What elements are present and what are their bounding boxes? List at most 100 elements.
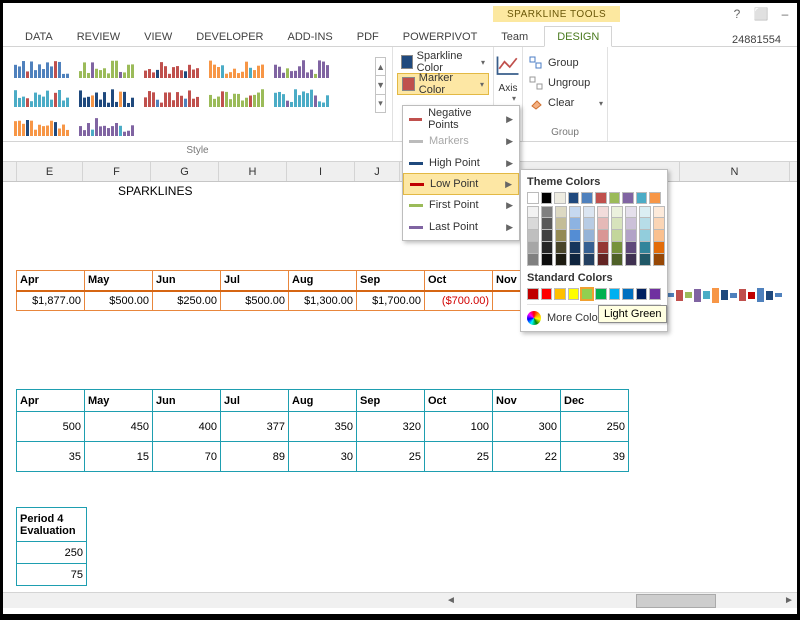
- color-swatch[interactable]: [541, 218, 553, 230]
- col-E[interactable]: E: [17, 162, 83, 181]
- color-swatch[interactable]: [611, 230, 623, 242]
- tab-team[interactable]: Team: [489, 27, 540, 46]
- color-swatch[interactable]: [639, 218, 651, 230]
- sparkline-style-thumb[interactable]: [271, 55, 333, 81]
- color-swatch[interactable]: [541, 288, 553, 300]
- color-swatch[interactable]: [625, 218, 637, 230]
- color-swatch[interactable]: [555, 206, 567, 218]
- color-swatch[interactable]: [555, 254, 567, 266]
- menu-negative-points[interactable]: Negative Points▶: [403, 108, 519, 130]
- tab-developer[interactable]: DEVELOPER: [184, 27, 275, 46]
- color-swatch[interactable]: [649, 192, 661, 204]
- color-swatch[interactable]: [527, 288, 539, 300]
- sparkline-style-thumb[interactable]: [11, 113, 73, 139]
- gallery-down-icon[interactable]: ▼: [376, 76, 385, 94]
- worksheet-grid[interactable]: SPARKLINES AprMayJunJulAugSepOctNov $1,8…: [3, 182, 797, 612]
- color-swatch[interactable]: [625, 254, 637, 266]
- sparkline-style-thumb[interactable]: [141, 55, 203, 81]
- color-swatch[interactable]: [583, 242, 595, 254]
- color-swatch[interactable]: [583, 230, 595, 242]
- col-H[interactable]: H: [219, 162, 287, 181]
- color-swatch[interactable]: [569, 230, 581, 242]
- color-swatch[interactable]: [568, 192, 580, 204]
- gallery-more-icon[interactable]: ▾: [376, 95, 385, 112]
- sparkline-style-thumb[interactable]: [141, 84, 203, 110]
- menu-high-point[interactable]: High Point▶: [403, 152, 519, 174]
- color-swatch[interactable]: [583, 218, 595, 230]
- color-swatch[interactable]: [568, 288, 580, 300]
- col-N[interactable]: N: [680, 162, 790, 181]
- sparkline-style-thumb[interactable]: [206, 55, 268, 81]
- marker-color-button[interactable]: Marker Color ▾: [397, 73, 489, 95]
- horizontal-scrollbar[interactable]: ◄ ►: [3, 592, 797, 608]
- color-swatch[interactable]: [569, 218, 581, 230]
- scroll-track[interactable]: [459, 594, 781, 608]
- tab-add-ins[interactable]: ADD-INS: [276, 27, 345, 46]
- ribbon-display-icon[interactable]: ⬜: [749, 7, 773, 21]
- color-swatch[interactable]: [555, 230, 567, 242]
- col-J[interactable]: J: [355, 162, 400, 181]
- tab-design[interactable]: DESIGN: [544, 26, 612, 47]
- color-swatch[interactable]: [653, 218, 665, 230]
- col-F[interactable]: F: [83, 162, 151, 181]
- color-swatch[interactable]: [527, 242, 539, 254]
- clear-button[interactable]: Clear ▾: [527, 93, 603, 113]
- color-swatch[interactable]: [625, 242, 637, 254]
- color-swatch[interactable]: [541, 230, 553, 242]
- sparkline-style-thumb[interactable]: [76, 113, 138, 139]
- menu-low-point[interactable]: Low Point▶: [403, 173, 519, 195]
- color-swatch[interactable]: [554, 288, 566, 300]
- color-swatch[interactable]: [583, 206, 595, 218]
- color-swatch[interactable]: [653, 206, 665, 218]
- color-swatch[interactable]: [611, 254, 623, 266]
- sparkline-color-button[interactable]: Sparkline Color ▾: [397, 51, 489, 73]
- sparkline-style-thumb[interactable]: [76, 55, 138, 81]
- color-swatch[interactable]: [527, 254, 539, 266]
- color-swatch[interactable]: [541, 206, 553, 218]
- color-swatch[interactable]: [636, 288, 648, 300]
- color-swatch[interactable]: [639, 230, 651, 242]
- color-swatch[interactable]: [597, 206, 609, 218]
- tab-view[interactable]: VIEW: [132, 27, 184, 46]
- color-swatch[interactable]: [595, 288, 607, 300]
- help-icon[interactable]: ?: [725, 7, 749, 21]
- color-swatch[interactable]: [636, 192, 648, 204]
- column-headers[interactable]: E F G H I J N: [3, 162, 797, 182]
- menu-last-point[interactable]: Last Point▶: [403, 216, 519, 238]
- color-swatch[interactable]: [622, 192, 634, 204]
- tab-review[interactable]: REVIEW: [65, 27, 132, 46]
- sparkline-style-thumb[interactable]: [271, 84, 333, 110]
- sparkline-style-thumb[interactable]: [11, 84, 73, 110]
- color-swatch[interactable]: [527, 206, 539, 218]
- tab-pdf[interactable]: PDF: [345, 27, 391, 46]
- chevron-down-icon[interactable]: ▾: [512, 94, 516, 103]
- tab-data[interactable]: DATA: [13, 27, 65, 46]
- gallery-up-icon[interactable]: ▲: [376, 58, 385, 76]
- color-swatch[interactable]: [597, 230, 609, 242]
- axis-icon[interactable]: [494, 53, 522, 81]
- color-swatch[interactable]: [609, 192, 621, 204]
- tab-powerpivot[interactable]: POWERPIVOT: [391, 27, 490, 46]
- color-swatch[interactable]: [583, 254, 595, 266]
- color-swatch[interactable]: [541, 254, 553, 266]
- scroll-thumb[interactable]: [636, 594, 716, 608]
- color-swatch[interactable]: [527, 192, 539, 204]
- color-swatch[interactable]: [625, 230, 637, 242]
- color-swatch[interactable]: [527, 218, 539, 230]
- color-swatch[interactable]: [622, 288, 634, 300]
- color-swatch[interactable]: [555, 218, 567, 230]
- color-swatch[interactable]: [569, 254, 581, 266]
- menu-first-point[interactable]: First Point▶: [403, 194, 519, 216]
- color-swatch[interactable]: [581, 288, 593, 300]
- color-swatch[interactable]: [639, 242, 651, 254]
- color-swatch[interactable]: [541, 192, 553, 204]
- color-swatch[interactable]: [653, 242, 665, 254]
- color-swatch[interactable]: [611, 242, 623, 254]
- sparkline-style-thumb[interactable]: [11, 55, 73, 81]
- color-swatch[interactable]: [653, 230, 665, 242]
- group-button[interactable]: Group: [527, 53, 603, 73]
- scroll-right-icon[interactable]: ►: [781, 595, 797, 606]
- col-G[interactable]: G: [151, 162, 219, 181]
- color-swatch[interactable]: [611, 206, 623, 218]
- color-swatch[interactable]: [554, 192, 566, 204]
